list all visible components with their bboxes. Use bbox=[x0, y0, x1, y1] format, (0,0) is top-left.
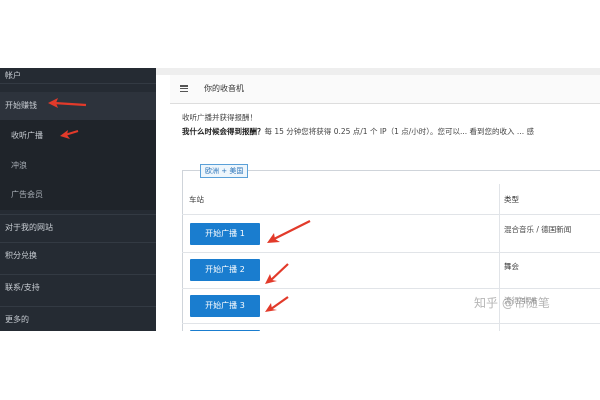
start-broadcast-4-button[interactable] bbox=[190, 330, 260, 331]
column-header-station: 车站 bbox=[189, 195, 204, 204]
panel-title: 你的收音机 bbox=[204, 84, 244, 93]
annotation-arrow-icon bbox=[265, 263, 289, 284]
region-badge: 欧洲 + 美国 bbox=[200, 164, 249, 178]
payment-detail: 每 15 分钟您将获得 0.25 点/1 个 IP（1 点/小时）。您可以...… bbox=[264, 127, 534, 136]
row-divider bbox=[182, 288, 600, 289]
start-broadcast-1-button[interactable]: 开始广播 1 bbox=[190, 223, 260, 245]
main-content: 你的收音机 收听广播并获得报酬！ 我什么时候会得到报酬？每 15 分钟您将获得 … bbox=[156, 68, 600, 331]
sidebar-item-for-my-site[interactable]: 对于我的网站 bbox=[0, 214, 156, 240]
row-divider bbox=[182, 323, 600, 324]
sidebar-item-points-exchange[interactable]: 积分兑换 bbox=[0, 242, 156, 268]
sidebar-item-account[interactable]: 帐户 bbox=[0, 68, 156, 84]
sidebar-item-contact-support[interactable]: 联系/支持 bbox=[0, 274, 156, 300]
annotation-arrow-icon bbox=[267, 220, 311, 243]
sidebar-item-surf[interactable]: 冲浪 bbox=[0, 152, 156, 180]
sidebar-item-more[interactable]: 更多的 bbox=[0, 306, 156, 331]
panel-header: 你的收音机 bbox=[170, 75, 600, 104]
sidebar-item-ad-member[interactable]: 广告会员 bbox=[0, 180, 156, 210]
row-divider bbox=[182, 214, 600, 215]
annotation-arrow-icon bbox=[60, 130, 79, 139]
menu-icon[interactable] bbox=[180, 85, 188, 93]
annotation-arrow-icon bbox=[48, 98, 87, 108]
station-type: 混合音乐 / 德国新闻 bbox=[504, 225, 572, 234]
payment-question: 我什么时候会得到报酬？ bbox=[182, 127, 265, 136]
screenshot: 帐户 开始赚钱 收听广播 冲浪 广告会员 对于我的网站 积分兑换 联系/支持 更… bbox=[0, 68, 600, 331]
column-header-type: 类型 bbox=[504, 195, 519, 204]
start-broadcast-2-button[interactable]: 开始广播 2 bbox=[190, 259, 260, 281]
watermark: 知乎 @帝随笔 bbox=[474, 296, 550, 310]
station-type: 舞会 bbox=[504, 262, 519, 271]
top-strip bbox=[156, 68, 600, 75]
payment-info: 我什么时候会得到报酬？每 15 分钟您将获得 0.25 点/1 个 IP（1 点… bbox=[182, 126, 534, 137]
intro-text: 收听广播并获得报酬！ bbox=[182, 113, 257, 122]
row-divider bbox=[182, 252, 600, 253]
start-broadcast-3-button[interactable]: 开始广播 3 bbox=[190, 295, 260, 317]
annotation-arrow-icon bbox=[265, 296, 289, 312]
